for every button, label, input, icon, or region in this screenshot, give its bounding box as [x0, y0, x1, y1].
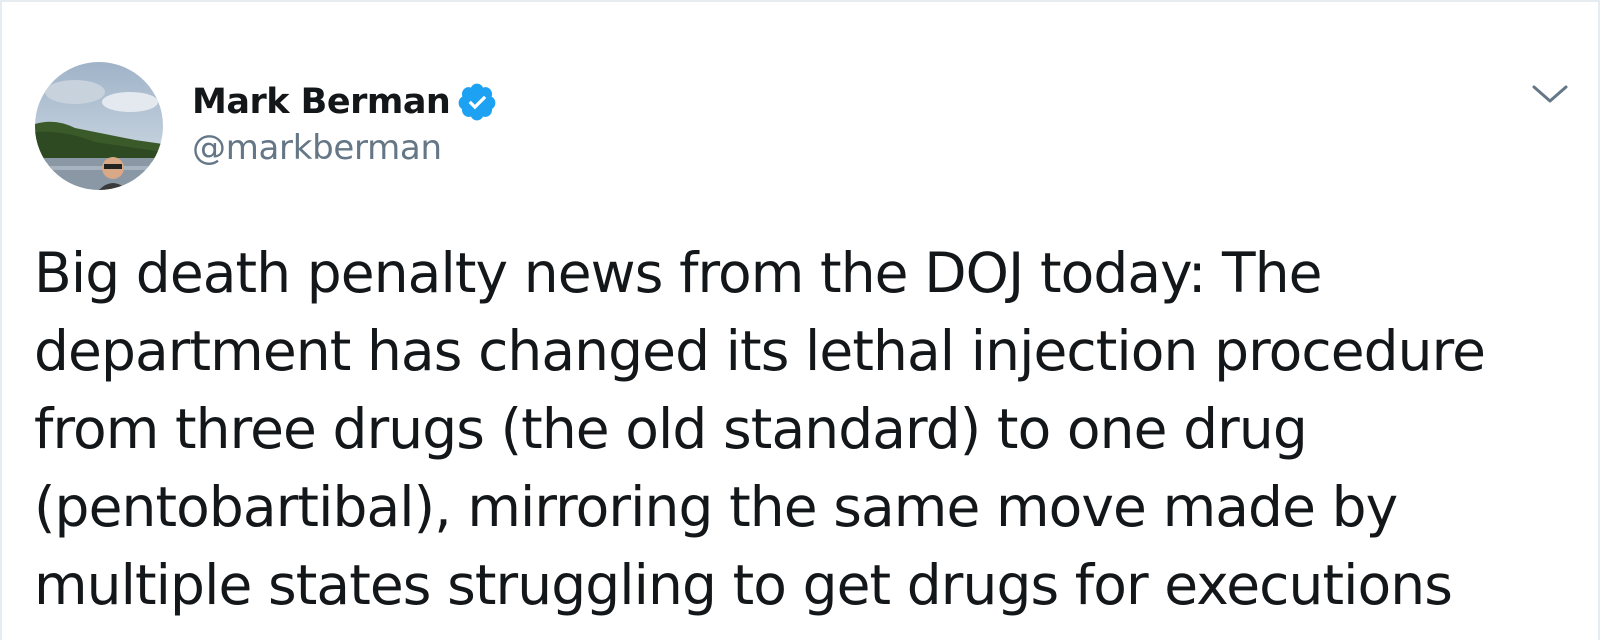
author-row: Mark Berman: [192, 78, 498, 126]
verified-badge-icon: [456, 81, 498, 123]
author-handle[interactable]: @markberman: [192, 128, 442, 168]
tweet-text: Big death penalty news from the DOJ toda…: [34, 241, 1486, 617]
tweet-card: Mark Berman @markberman Big death penalt…: [0, 0, 1600, 640]
author-name[interactable]: Mark Berman: [192, 82, 451, 122]
avatar[interactable]: [35, 62, 163, 190]
chevron-down-icon[interactable]: [1530, 78, 1570, 110]
